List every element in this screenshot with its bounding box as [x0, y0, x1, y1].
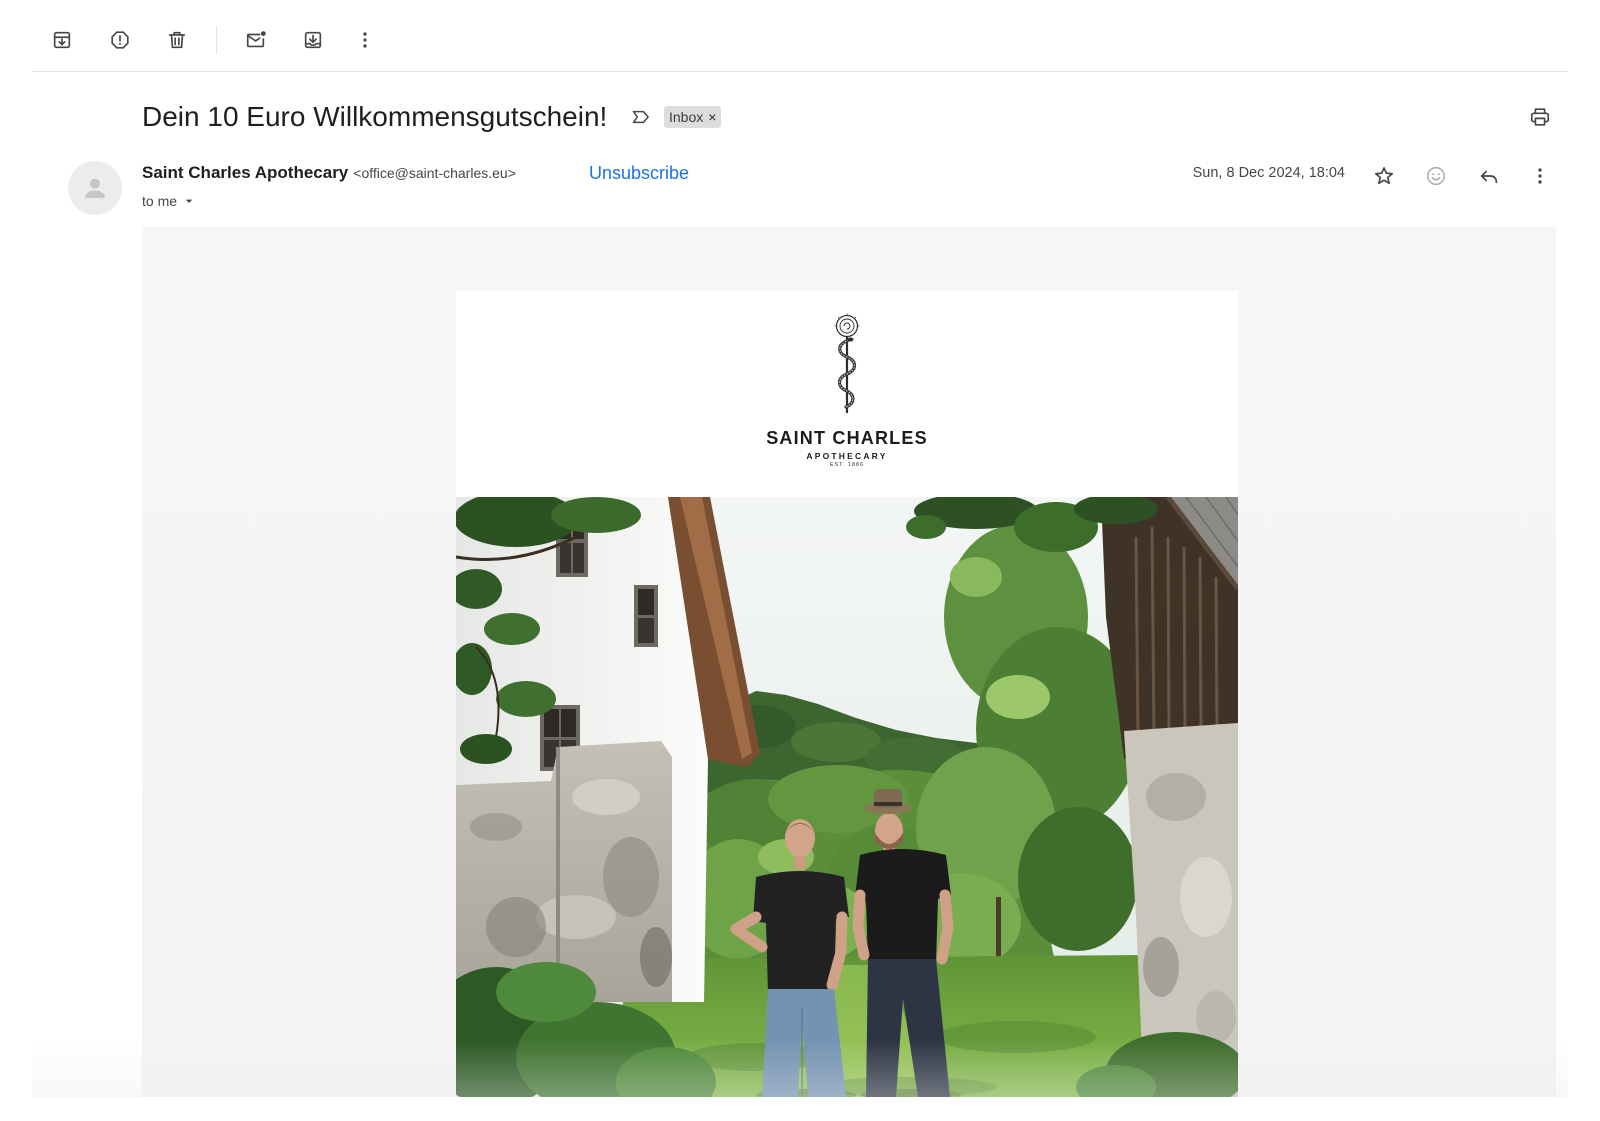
sender-email: <office@saint-charles.eu> [353, 165, 516, 181]
delete-icon [168, 31, 186, 49]
report-spam-icon [111, 31, 129, 49]
rod-of-asclepius-icon [834, 313, 860, 413]
toolbar-separator [216, 26, 217, 54]
add-reaction-icon [1427, 167, 1445, 185]
mark-unread-icon [246, 31, 266, 48]
recipient-text: to me [142, 193, 178, 209]
hero-photo [456, 497, 1238, 1097]
add-reaction-button[interactable] [1416, 156, 1456, 196]
recipient-details-toggle[interactable]: to me [142, 191, 197, 211]
more-vert-icon [1538, 168, 1542, 184]
report-spam-button[interactable] [100, 20, 140, 60]
label-important-icon [632, 110, 649, 124]
avatar [68, 161, 122, 215]
bottom-edge [0, 1097, 1600, 1121]
print-button[interactable] [1520, 97, 1560, 137]
person-icon [85, 178, 105, 198]
print-icon [1530, 108, 1550, 126]
archive-button[interactable] [42, 20, 82, 60]
label-chip-text: Inbox [669, 109, 704, 125]
sender-name: Saint Charles Apothecary [142, 163, 349, 182]
brand-name: SAINT CHARLES [766, 428, 928, 448]
caret-down-icon [185, 199, 193, 203]
right-barn [1101, 497, 1238, 759]
star-button[interactable] [1364, 156, 1404, 196]
more-vert-icon [363, 32, 367, 48]
remove-label-button[interactable]: × [708, 106, 716, 128]
mark-unread-button[interactable] [236, 20, 276, 60]
reply-icon [1480, 170, 1498, 184]
newsletter-card: SAINT CHARLES APOTHECARY EST. 1886 [456, 291, 1238, 1097]
star-icon [1374, 167, 1394, 185]
sender: Saint Charles Apothecary <office@saint-c… [142, 163, 516, 185]
importance-marker-button[interactable] [627, 103, 655, 131]
move-to-icon [304, 31, 322, 49]
delete-button[interactable] [157, 20, 197, 60]
email-subject: Dein 10 Euro Willkommensgutschein! [142, 101, 608, 132]
brand-established: EST. 1886 [829, 462, 865, 468]
reply-button[interactable] [1469, 156, 1509, 196]
email-date: Sun, 8 Dec 2024, 18:04 [1192, 165, 1345, 181]
move-to-button[interactable] [293, 20, 333, 60]
message-more-button[interactable] [1520, 156, 1560, 196]
label-chip-inbox: Inbox × [664, 106, 722, 128]
unsubscribe-link[interactable]: Unsubscribe [589, 163, 689, 184]
archive-icon [53, 31, 71, 49]
toolbar-divider [32, 71, 1568, 72]
brand-subtitle: APOTHECARY [806, 451, 888, 461]
more-options-button[interactable] [345, 20, 385, 60]
